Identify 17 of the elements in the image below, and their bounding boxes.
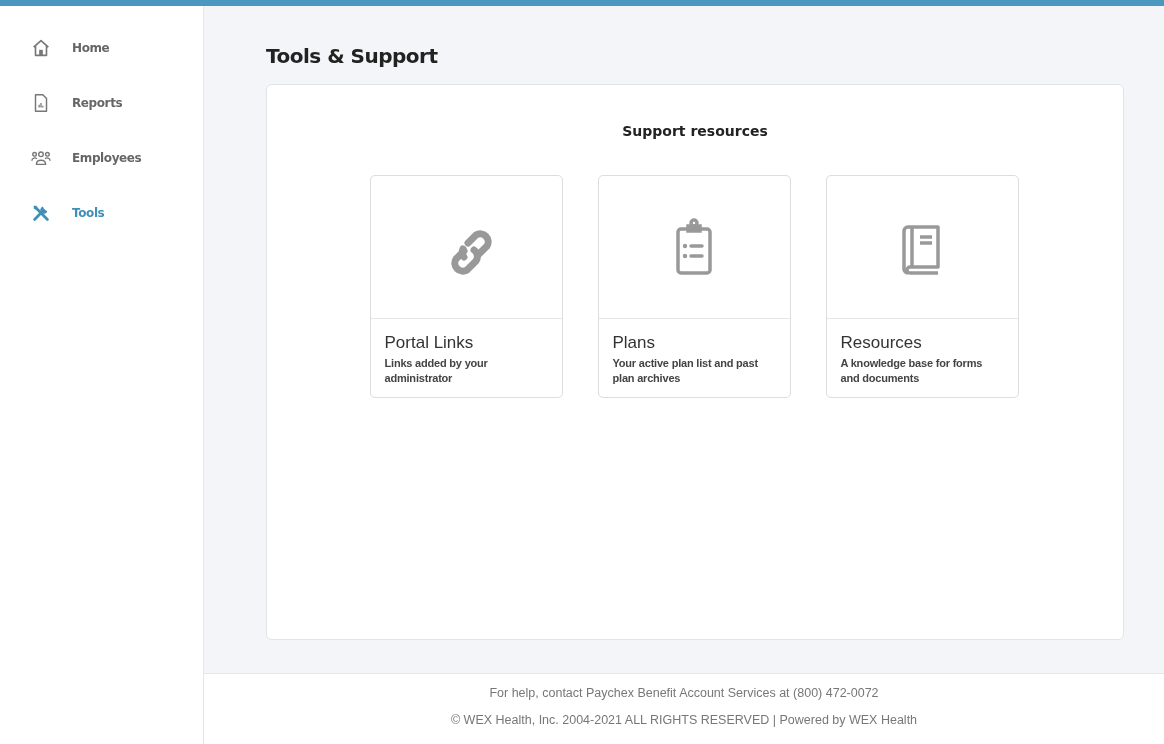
resource-tile[interactable]: Plans Your active plan list and past plan archives	[597, 175, 791, 398]
tile-description: A knowledge base for forms and documents	[840, 356, 984, 386]
tile-title: Portal Links	[384, 333, 475, 353]
sidebar-item[interactable]: Tools	[0, 185, 203, 240]
copyright-text: © WEX Health, Inc. 2004-2021 ALL RIGHTS RESERVED | Powered by WEX Health	[450, 713, 918, 727]
tile-title: Plans	[612, 333, 657, 353]
resource-tile[interactable]: Portal Links Links added by your administrator	[369, 175, 563, 398]
resource-tile[interactable]: Resources A knowledge base for forms and documents	[825, 175, 1019, 398]
help-text: For help, contact Paychex Benefit Account Services at (800) 472-0072	[489, 686, 879, 700]
sidebar-item[interactable]: Employees	[0, 130, 203, 185]
sidebar-item[interactable]: Reports	[0, 75, 203, 130]
section-heading: Support resources	[621, 123, 769, 139]
tile-description: Links added by your administrator	[384, 356, 489, 386]
tile-title: Resources	[840, 333, 923, 353]
tile-description: Your active plan list and past plan archives	[612, 356, 759, 386]
sidebar-item[interactable]: Home	[0, 20, 203, 75]
page-title: Tools & Support	[266, 44, 439, 68]
